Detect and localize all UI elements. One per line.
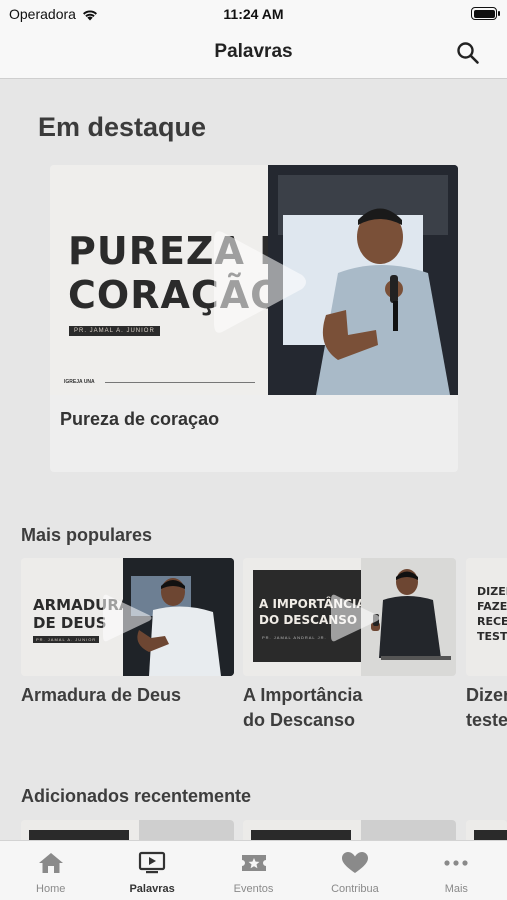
recent-video-card[interactable] (243, 820, 456, 840)
battery-icon (471, 7, 500, 20)
content-scroll[interactable]: Em destaque PUREZA DE CORAÇÃO PR. JAMAL … (0, 80, 507, 840)
caption-line1: A Importância (243, 685, 363, 705)
popular-video-card[interactable]: ARMADURA DE DEUS PR. JAMAL A. JUNIOR (21, 558, 234, 676)
caption-line2: do Descanso (243, 710, 356, 730)
recent-video-card[interactable] (21, 820, 234, 840)
poster-speaker: PR. JAMAL ANDRAL JR. (262, 635, 327, 640)
poster-title-line2: FAZER (477, 600, 507, 613)
heart-icon (341, 852, 368, 873)
tab-label: Home (36, 883, 66, 895)
recent-section-title: Adicionados recentemente (21, 786, 252, 806)
home-icon (38, 853, 63, 873)
tab-label: Mais (444, 883, 468, 895)
clock: 11:24 AM (223, 6, 284, 22)
popular-video-card[interactable]: A IMPORTÂNCIA DO DESCANSO PR. JAMAL ANDR… (243, 558, 456, 676)
more-dots-icon (444, 860, 468, 866)
caption-line1: Armadura de Deus (21, 685, 182, 705)
page-title: Palavras (214, 41, 293, 62)
poster-speaker: PR. JAMAL A. JUNIOR (33, 636, 100, 643)
nav-bar: Palavras (0, 28, 507, 79)
tab-mais[interactable]: Mais (406, 841, 507, 900)
ticket-star-icon (241, 855, 266, 871)
tab-bar: Home Palavras Eventos Contribua Mais (0, 840, 507, 900)
play-icon[interactable] (327, 590, 383, 646)
play-icon[interactable] (210, 227, 310, 337)
popular-section-title: Mais populares (21, 525, 153, 545)
poster-title-line1: DIZER (477, 585, 507, 598)
recent-video-card[interactable] (466, 820, 507, 840)
caption-line1: Dizer (466, 685, 507, 705)
poster-brand: IGREJA UNA (64, 379, 95, 385)
tab-eventos[interactable]: Eventos (203, 841, 304, 900)
poster-title-line3: RECE (477, 615, 507, 628)
tab-home[interactable]: Home (0, 841, 101, 900)
tab-contribua[interactable]: Contribua (304, 841, 405, 900)
caption-line2: teste (466, 710, 507, 730)
tab-palavras[interactable]: Palavras (101, 841, 202, 900)
tab-label: Contribua (331, 883, 379, 895)
tv-play-icon (139, 851, 166, 874)
popular-video-card[interactable]: DIZER FAZER RECE TESTE (466, 558, 507, 676)
popular-caption: A Importância do Descanso (243, 683, 362, 733)
poster-speaker: PR. JAMAL A. JUNIOR (69, 326, 160, 336)
play-icon[interactable] (99, 590, 155, 646)
featured-thumbnail[interactable]: PUREZA DE CORAÇÃO PR. JAMAL A. JUNIOR IG… (50, 165, 458, 395)
tab-label: Eventos (233, 883, 274, 895)
featured-caption: Pureza de coraçao (60, 409, 220, 429)
status-bar: Operadora 11:24 AM (0, 0, 507, 28)
poster-title-line4: TESTE (477, 630, 507, 643)
search-icon[interactable] (455, 40, 481, 66)
popular-caption: Armadura de Deus (21, 683, 181, 708)
featured-section-title: Em destaque (38, 112, 207, 142)
tab-label: Palavras (129, 883, 175, 895)
popular-caption: Dizer teste (466, 683, 507, 733)
featured-video-card[interactable]: PUREZA DE CORAÇÃO PR. JAMAL A. JUNIOR IG… (50, 165, 458, 472)
